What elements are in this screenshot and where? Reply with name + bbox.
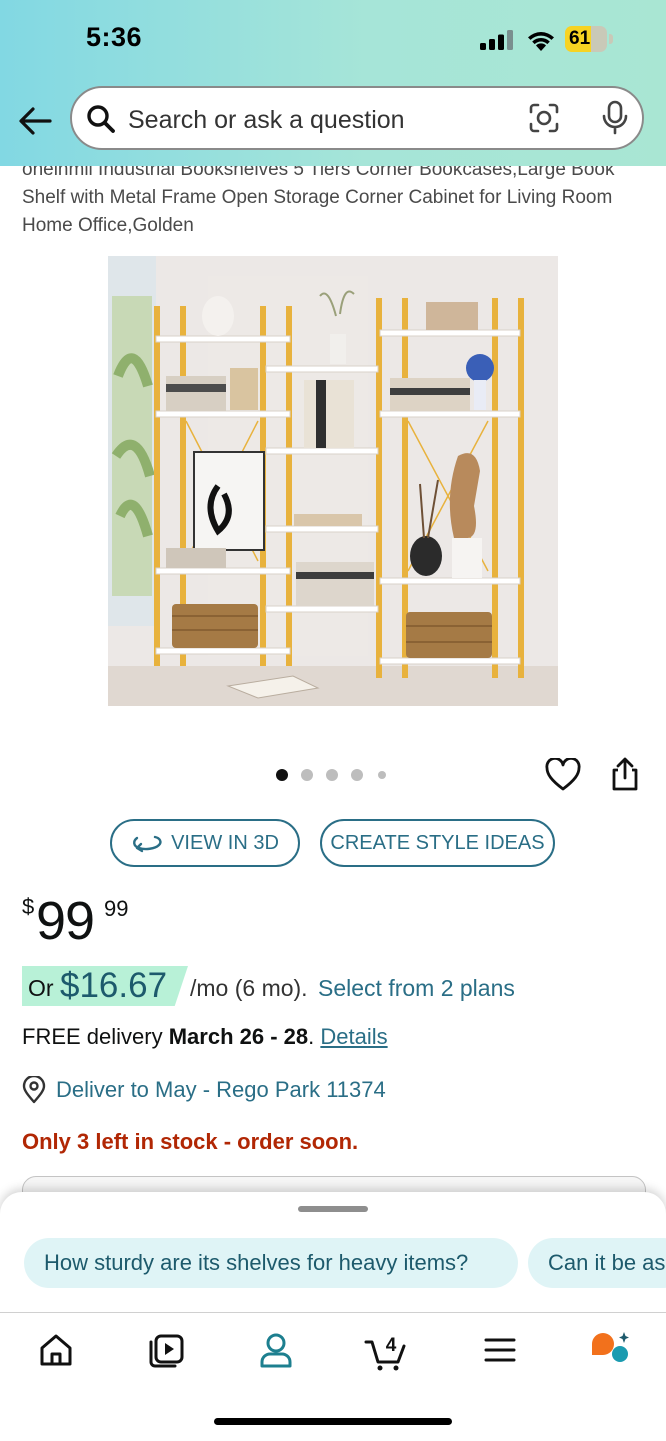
battery-indicator: 61: [565, 26, 613, 52]
account-icon[interactable]: [254, 1328, 298, 1372]
product-image[interactable]: [108, 256, 558, 706]
location-pin-icon: [22, 1076, 46, 1104]
home-icon[interactable]: [34, 1328, 78, 1372]
sheet-drag-handle[interactable]: [298, 1206, 368, 1212]
delivery-suffix: .: [308, 1024, 315, 1049]
camera-lens-icon[interactable]: [528, 102, 560, 134]
wifi-icon: [528, 32, 554, 51]
carousel-dot[interactable]: [301, 769, 313, 781]
delivery-prefix: FREE delivery: [22, 1024, 163, 1049]
home-indicator[interactable]: [214, 1418, 452, 1425]
rufus-assistant-icon[interactable]: [588, 1328, 632, 1372]
cart-count: 4: [386, 1335, 397, 1356]
rotate-3d-icon: [133, 835, 162, 853]
installment-offer: Or $16.67 /mo (6 mo). Select from 2 plan…: [22, 966, 642, 1006]
installment-terms: /mo (6 mo).: [190, 975, 308, 1001]
carousel-dot-active[interactable]: [276, 769, 288, 781]
select-plans-link[interactable]: Select from 2 plans: [318, 975, 515, 1002]
carousel-dot[interactable]: [378, 771, 386, 779]
delivery-details-link[interactable]: Details: [320, 1024, 387, 1049]
image-carousel-dots[interactable]: [276, 766, 396, 784]
create-style-ideas-label: CREATE STYLE IDEAS: [330, 831, 545, 854]
price-fraction: 99: [104, 896, 129, 921]
video-icon[interactable]: [144, 1328, 188, 1372]
suggestion-chip[interactable]: How sturdy are its shelves for heavy ite…: [24, 1238, 518, 1288]
view-in-3d-label: VIEW IN 3D: [171, 831, 279, 854]
microphone-icon[interactable]: [600, 100, 630, 136]
search-bar[interactable]: Search or ask a question: [70, 86, 644, 150]
delivery-dates: March 26 - 28: [168, 1024, 309, 1049]
back-arrow-icon[interactable]: [16, 104, 54, 138]
price-whole: 99: [36, 891, 95, 951]
product-title: oneinmil Industrial Bookshelves 5 Tiers …: [22, 166, 615, 236]
view-in-3d-button[interactable]: VIEW IN 3D: [110, 819, 300, 867]
cellular-signal-icon: [480, 30, 513, 50]
status-time: 5:36: [86, 22, 143, 52]
heart-icon[interactable]: [545, 758, 581, 792]
installment-amount: $16.67: [60, 966, 168, 1005]
delivery-info: FREE delivery March 26 - 28. Details: [22, 1024, 388, 1050]
search-placeholder[interactable]: Search or ask a question: [128, 106, 405, 135]
battery-percent: 61: [569, 28, 591, 49]
create-style-ideas-button[interactable]: CREATE STYLE IDEAS: [320, 819, 555, 867]
installment-prefix: Or: [28, 975, 54, 1001]
share-icon[interactable]: [610, 756, 640, 792]
search-icon: [87, 105, 115, 133]
menu-icon[interactable]: [478, 1328, 522, 1372]
deliver-to-location[interactable]: Deliver to May - Rego Park 11374: [56, 1077, 386, 1103]
cart-icon[interactable]: 4: [364, 1328, 408, 1372]
price-currency: $: [22, 894, 35, 919]
carousel-dot[interactable]: [326, 769, 338, 781]
suggestion-chip[interactable]: Can it be as: [528, 1238, 666, 1288]
carousel-dot[interactable]: [351, 769, 363, 781]
stock-status: Only 3 left in stock - order soon.: [22, 1129, 359, 1154]
title-clip: oneinmil Industrial Bookshelves 5 Tiers …: [0, 166, 666, 246]
